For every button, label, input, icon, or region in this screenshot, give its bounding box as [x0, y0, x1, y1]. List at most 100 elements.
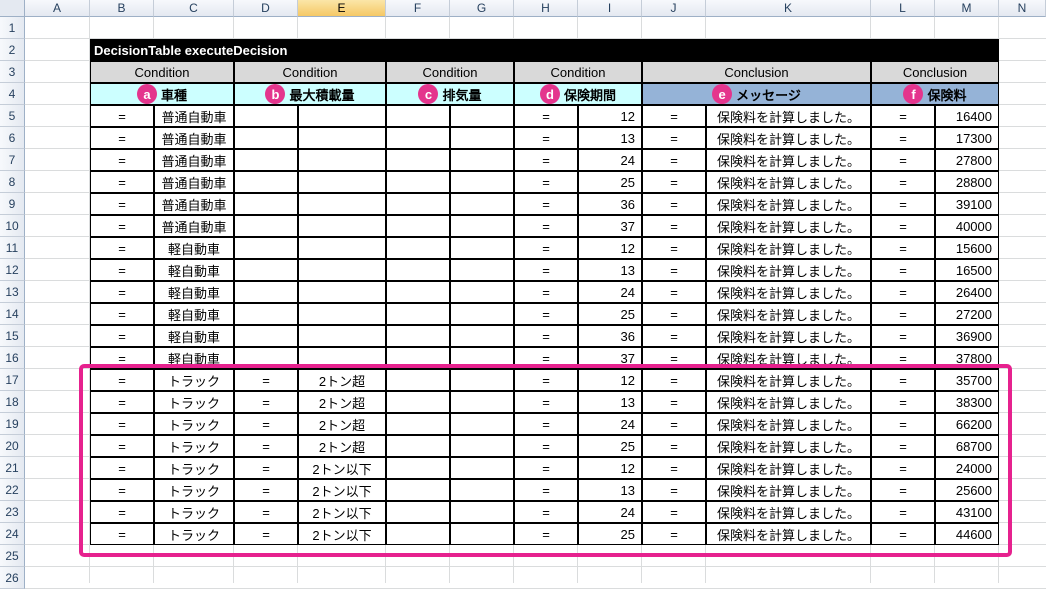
table-cell[interactable]: 26400: [935, 281, 999, 303]
table-cell[interactable]: =: [90, 325, 154, 347]
table-cell[interactable]: 28800: [935, 171, 999, 193]
table-cell[interactable]: 36900: [935, 325, 999, 347]
table-cell[interactable]: [386, 303, 450, 325]
table-cell[interactable]: 12: [578, 369, 642, 391]
column-header[interactable]: L: [871, 0, 935, 17]
table-cell[interactable]: =: [514, 149, 578, 171]
table-cell[interactable]: [386, 193, 450, 215]
table-cell[interactable]: =: [90, 435, 154, 457]
table-cell[interactable]: 普通自動車: [154, 193, 234, 215]
row-header[interactable]: 22: [0, 479, 25, 501]
table-cell[interactable]: =: [642, 127, 706, 149]
table-cell[interactable]: 保険料を計算しました。: [706, 369, 871, 391]
table-cell[interactable]: [450, 369, 514, 391]
table-cell[interactable]: 保険料を計算しました。: [706, 259, 871, 281]
table-cell[interactable]: =: [871, 171, 935, 193]
row-header[interactable]: 10: [0, 215, 25, 237]
field-header[interactable]: b 最大積載量: [234, 83, 386, 105]
table-cell[interactable]: [298, 303, 386, 325]
table-cell[interactable]: [298, 193, 386, 215]
table-cell[interactable]: =: [90, 303, 154, 325]
row-header[interactable]: 2: [0, 39, 25, 61]
table-cell[interactable]: 2トン以下: [298, 457, 386, 479]
table-cell[interactable]: 66200: [935, 413, 999, 435]
table-cell[interactable]: [234, 105, 298, 127]
table-cell[interactable]: [234, 303, 298, 325]
table-cell[interactable]: =: [514, 479, 578, 501]
table-cell[interactable]: =: [514, 281, 578, 303]
table-cell[interactable]: =: [871, 369, 935, 391]
select-all-corner[interactable]: [0, 0, 25, 17]
table-cell[interactable]: 保険料を計算しました。: [706, 237, 871, 259]
table-cell[interactable]: [298, 149, 386, 171]
table-cell[interactable]: 軽自動車: [154, 325, 234, 347]
table-cell[interactable]: =: [514, 435, 578, 457]
table-cell[interactable]: =: [234, 501, 298, 523]
table-cell[interactable]: [450, 479, 514, 501]
table-cell[interactable]: [298, 281, 386, 303]
table-cell[interactable]: [450, 413, 514, 435]
table-cell[interactable]: [450, 259, 514, 281]
condition-header[interactable]: Condition: [514, 61, 642, 83]
table-title[interactable]: DecisionTable executeDecision: [90, 39, 999, 61]
table-cell[interactable]: =: [871, 391, 935, 413]
table-cell[interactable]: 保険料を計算しました。: [706, 457, 871, 479]
table-cell[interactable]: 保険料を計算しました。: [706, 193, 871, 215]
table-cell[interactable]: 普通自動車: [154, 105, 234, 127]
field-header[interactable]: d 保険期間: [514, 83, 642, 105]
table-cell[interactable]: =: [642, 105, 706, 127]
row-header[interactable]: 20: [0, 435, 25, 457]
table-cell[interactable]: [386, 171, 450, 193]
table-cell[interactable]: =: [871, 325, 935, 347]
table-cell[interactable]: 17300: [935, 127, 999, 149]
table-cell[interactable]: =: [642, 215, 706, 237]
table-cell[interactable]: [386, 325, 450, 347]
column-header[interactable]: N: [999, 0, 1046, 17]
table-cell[interactable]: =: [514, 259, 578, 281]
row-header[interactable]: 16: [0, 347, 25, 369]
table-cell[interactable]: 37: [578, 215, 642, 237]
table-cell[interactable]: =: [514, 171, 578, 193]
table-cell[interactable]: [450, 127, 514, 149]
table-cell[interactable]: =: [90, 479, 154, 501]
table-cell[interactable]: 普通自動車: [154, 127, 234, 149]
table-cell[interactable]: 13: [578, 259, 642, 281]
table-cell[interactable]: =: [514, 391, 578, 413]
table-cell[interactable]: =: [514, 215, 578, 237]
table-cell[interactable]: 25: [578, 523, 642, 545]
table-cell[interactable]: [298, 215, 386, 237]
row-header[interactable]: 3: [0, 61, 25, 83]
table-cell[interactable]: [386, 259, 450, 281]
table-cell[interactable]: =: [234, 435, 298, 457]
table-cell[interactable]: [234, 325, 298, 347]
table-cell[interactable]: =: [871, 259, 935, 281]
table-cell[interactable]: 保険料を計算しました。: [706, 105, 871, 127]
table-cell[interactable]: 25600: [935, 479, 999, 501]
table-cell[interactable]: =: [514, 193, 578, 215]
table-cell[interactable]: =: [90, 237, 154, 259]
table-cell[interactable]: =: [90, 171, 154, 193]
table-cell[interactable]: 保険料を計算しました。: [706, 501, 871, 523]
table-cell[interactable]: 保険料を計算しました。: [706, 325, 871, 347]
table-cell[interactable]: 25: [578, 435, 642, 457]
table-cell[interactable]: トラック: [154, 457, 234, 479]
table-cell[interactable]: =: [642, 413, 706, 435]
column-header[interactable]: E: [298, 0, 386, 17]
table-cell[interactable]: 24: [578, 149, 642, 171]
column-header[interactable]: G: [450, 0, 514, 17]
table-cell[interactable]: 68700: [935, 435, 999, 457]
table-cell[interactable]: =: [234, 523, 298, 545]
spreadsheet-grid[interactable]: A B C D E F G H I J K L M N 1 2 3 4 5 6 7 8 9 10 11 12 13 14 15 16 17 1…: [0, 0, 1046, 589]
table-cell[interactable]: [298, 237, 386, 259]
table-cell[interactable]: トラック: [154, 391, 234, 413]
table-cell[interactable]: [234, 215, 298, 237]
column-header[interactable]: B: [90, 0, 154, 17]
table-cell[interactable]: 27800: [935, 149, 999, 171]
table-cell[interactable]: 軽自動車: [154, 237, 234, 259]
table-cell[interactable]: 保険料を計算しました。: [706, 435, 871, 457]
field-header[interactable]: f 保険料: [871, 83, 999, 105]
table-cell[interactable]: [298, 325, 386, 347]
table-cell[interactable]: [298, 259, 386, 281]
table-cell[interactable]: =: [90, 193, 154, 215]
table-cell[interactable]: =: [871, 413, 935, 435]
